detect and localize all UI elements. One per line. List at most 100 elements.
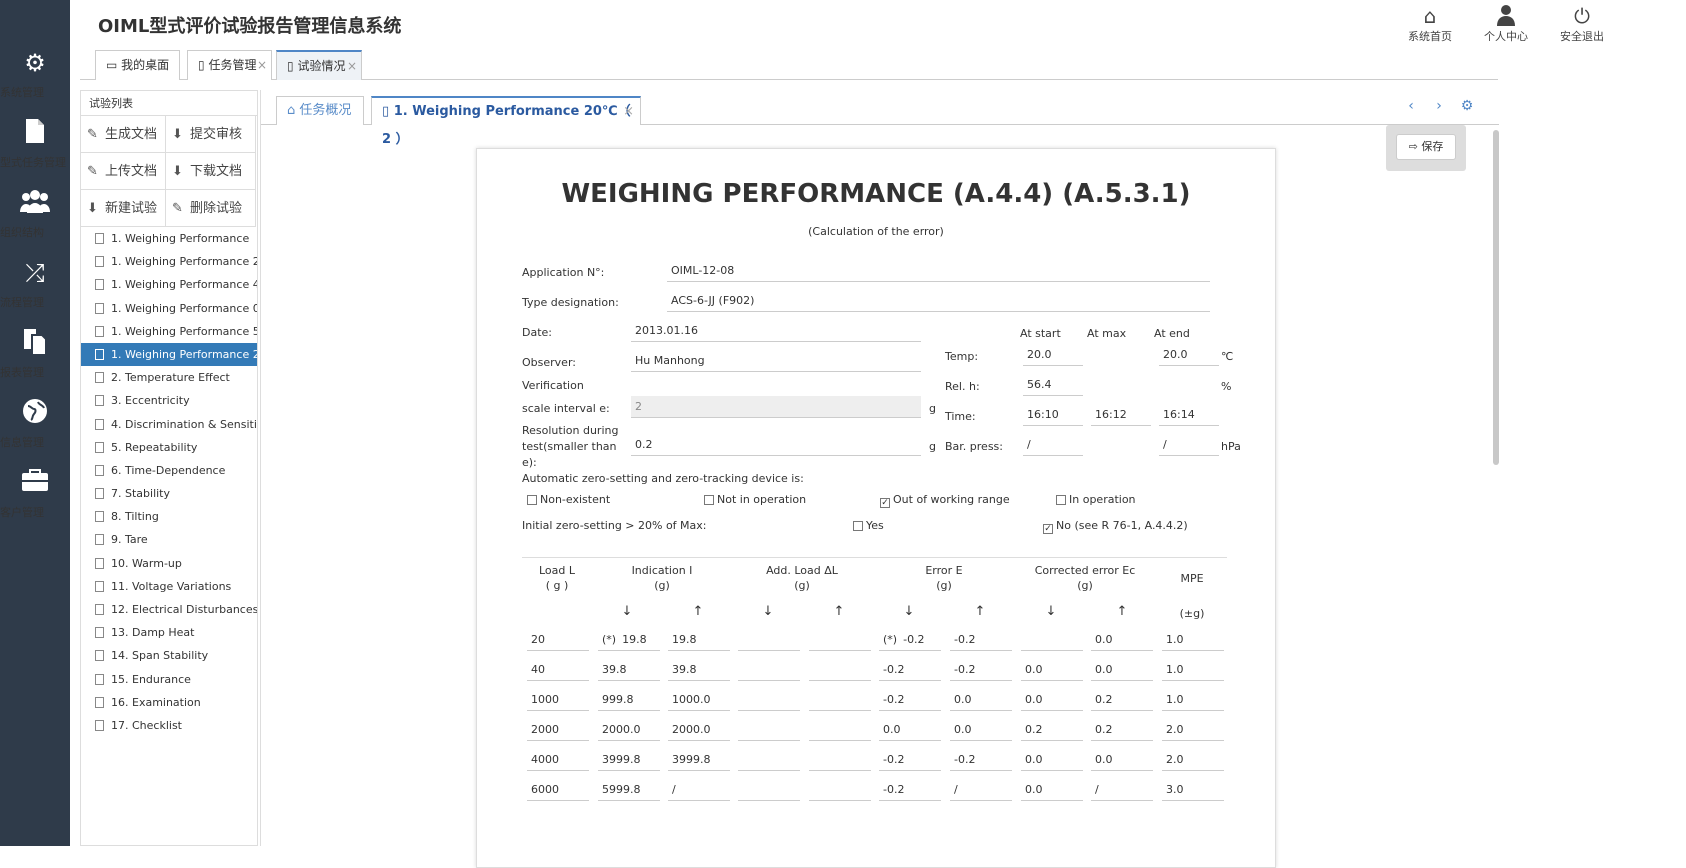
table-cell[interactable]: 2000	[527, 719, 589, 741]
table-cell[interactable]: 2.0	[1162, 719, 1224, 741]
table-cell[interactable]	[738, 659, 800, 681]
table-cell[interactable]	[809, 719, 871, 741]
close-icon[interactable]: ×	[623, 98, 634, 126]
table-cell[interactable]	[809, 689, 871, 711]
table-cell[interactable]: 0.0	[1091, 629, 1153, 651]
table-cell[interactable]	[809, 629, 871, 651]
table-cell[interactable]: 0.0	[1091, 749, 1153, 771]
table-cell[interactable]: -0.2	[950, 629, 1012, 651]
table-cell[interactable]	[1021, 629, 1083, 651]
checkbox-non-existent[interactable]: Non-existent	[527, 493, 610, 506]
table-cell[interactable]	[738, 629, 800, 651]
checkbox-box[interactable]	[1056, 495, 1066, 505]
test-list-item[interactable]: 7. Stability	[81, 482, 257, 505]
time-end-field[interactable]: 16:14	[1159, 404, 1219, 426]
table-cell[interactable]	[738, 689, 800, 711]
table-cell[interactable]: -0.2	[950, 659, 1012, 681]
table-cell[interactable]: 6000	[527, 779, 589, 801]
table-cell[interactable]: 2000.0	[668, 719, 730, 741]
test-list-item[interactable]: 2. Temperature Effect	[81, 366, 257, 389]
tab-task-management[interactable]: ▯ 任务管理 ×	[187, 50, 272, 80]
table-cell[interactable]: /	[950, 779, 1012, 801]
temp-start-field[interactable]: 20.0	[1023, 344, 1083, 366]
table-cell[interactable]: 1.0	[1162, 659, 1224, 681]
checkbox-no[interactable]: ✓ No (see R 76-1, A.4.4.2)	[1043, 519, 1188, 534]
relh-start-field[interactable]: 56.4	[1023, 374, 1083, 396]
check-icon[interactable]: ✓	[1043, 524, 1053, 534]
close-icon[interactable]: ×	[347, 52, 357, 80]
checkbox-not-in-operation[interactable]: Not in operation	[704, 493, 806, 506]
bar-end-field[interactable]: /	[1159, 434, 1219, 456]
table-cell[interactable]: -0.2	[879, 749, 941, 771]
table-cell[interactable]: /	[1091, 779, 1153, 801]
home-button[interactable]: ⌂ 系统首页	[1400, 4, 1460, 44]
checkbox-box[interactable]	[853, 521, 863, 531]
test-list-item[interactable]: 17. Checklist	[81, 714, 257, 737]
table-cell[interactable]	[738, 779, 800, 801]
test-list-item[interactable]: 13. Damp Heat	[81, 621, 257, 644]
sidebar-item-tasks[interactable]: 型式任务管理	[0, 118, 70, 188]
table-cell[interactable]: 40	[527, 659, 589, 681]
sidebar-item-flow[interactable]: ⤮ 流程管理	[0, 258, 70, 328]
time-start-field[interactable]: 16:10	[1023, 404, 1083, 426]
profile-button[interactable]: 个人中心	[1476, 4, 1536, 44]
table-cell[interactable]: 0.0	[879, 719, 941, 741]
temp-end-field[interactable]: 20.0	[1159, 344, 1219, 366]
test-list-item[interactable]: 5. Repeatability	[81, 436, 257, 459]
table-cell[interactable]: 2000.0	[598, 719, 660, 741]
table-cell[interactable]	[738, 749, 800, 771]
chevron-left-icon[interactable]: ‹	[1401, 96, 1421, 116]
observer-field[interactable]: Hu Manhong	[631, 350, 921, 372]
table-cell[interactable]: (*) -0.2	[879, 629, 941, 651]
generate-doc-button[interactable]: ✎ 生成文档	[81, 116, 166, 153]
test-list-item[interactable]: 9. Tare	[81, 528, 257, 551]
test-list-item[interactable]: 1. Weighing Performance 40°	[81, 273, 257, 296]
save-button[interactable]: ⇨ 保存	[1396, 134, 1456, 160]
table-cell[interactable]: 19.8	[668, 629, 730, 651]
table-cell[interactable]: -0.2	[879, 659, 941, 681]
table-cell[interactable]: 0.2	[1091, 689, 1153, 711]
table-cell[interactable]	[738, 719, 800, 741]
chevron-right-icon[interactable]: ›	[1429, 96, 1449, 116]
tab-weighing-performance[interactable]: ▯ 1. Weighing Performance 20℃（ 2 ） ×	[371, 96, 641, 147]
table-cell[interactable]: -0.2	[950, 749, 1012, 771]
test-list-item[interactable]: 1. Weighing Performance 20°	[81, 342, 257, 367]
test-list-item[interactable]: 16. Examination	[81, 691, 257, 714]
checkbox-yes[interactable]: Yes	[853, 519, 884, 532]
table-cell[interactable]: 0.0	[950, 719, 1012, 741]
sidebar-item-system[interactable]: ⚙ 系统管理	[0, 48, 70, 118]
table-cell[interactable]: 0.0	[1091, 659, 1153, 681]
type-field[interactable]: ACS-6-JJ (F902)	[667, 290, 1210, 312]
date-field[interactable]: 2013.01.16	[631, 320, 921, 342]
table-cell[interactable]: 1.0	[1162, 689, 1224, 711]
test-list-item[interactable]: 1. Weighing Performance	[81, 227, 257, 250]
table-cell[interactable]: (*) 19.8	[598, 629, 660, 651]
checkbox-box[interactable]	[527, 495, 537, 505]
table-cell[interactable]: 1000	[527, 689, 589, 711]
submit-review-button[interactable]: ⬇ 提交审核	[166, 116, 256, 153]
table-cell[interactable]: 0.0	[1021, 779, 1083, 801]
table-cell[interactable]: 3999.8	[668, 749, 730, 771]
test-list-item[interactable]: 14. Span Stability	[81, 644, 257, 667]
table-cell[interactable]: 1.0	[1162, 629, 1224, 651]
test-list-item[interactable]: 10. Warm-up	[81, 552, 257, 575]
test-list-item[interactable]: 1. Weighing Performance 5°C	[81, 320, 257, 343]
sidebar-item-reports[interactable]: 报表管理	[0, 328, 70, 398]
tab-task-overview[interactable]: ⌂ 任务概况	[276, 96, 364, 125]
table-cell[interactable]: 39.8	[668, 659, 730, 681]
test-list-item[interactable]: 6. Time-Dependence	[81, 459, 257, 482]
logout-button[interactable]: ⏻ 安全退出	[1552, 4, 1612, 44]
table-cell[interactable]: /	[668, 779, 730, 801]
checkbox-box[interactable]	[704, 495, 714, 505]
sidebar-item-info[interactable]: 信息管理	[0, 398, 70, 468]
table-cell[interactable]: 20	[527, 629, 589, 651]
test-list-item[interactable]: 4. Discrimination & Sensitivity	[81, 413, 257, 436]
test-list-item[interactable]: 11. Voltage Variations	[81, 575, 257, 598]
table-cell[interactable]: 0.0	[1021, 749, 1083, 771]
bar-start-field[interactable]: /	[1023, 434, 1083, 456]
sidebar-item-clients[interactable]: 客户管理	[0, 468, 70, 538]
test-list-item[interactable]: 8. Tilting	[81, 505, 257, 528]
table-cell[interactable]: 0.0	[950, 689, 1012, 711]
table-cell[interactable]	[809, 779, 871, 801]
table-cell[interactable]: -0.2	[879, 689, 941, 711]
